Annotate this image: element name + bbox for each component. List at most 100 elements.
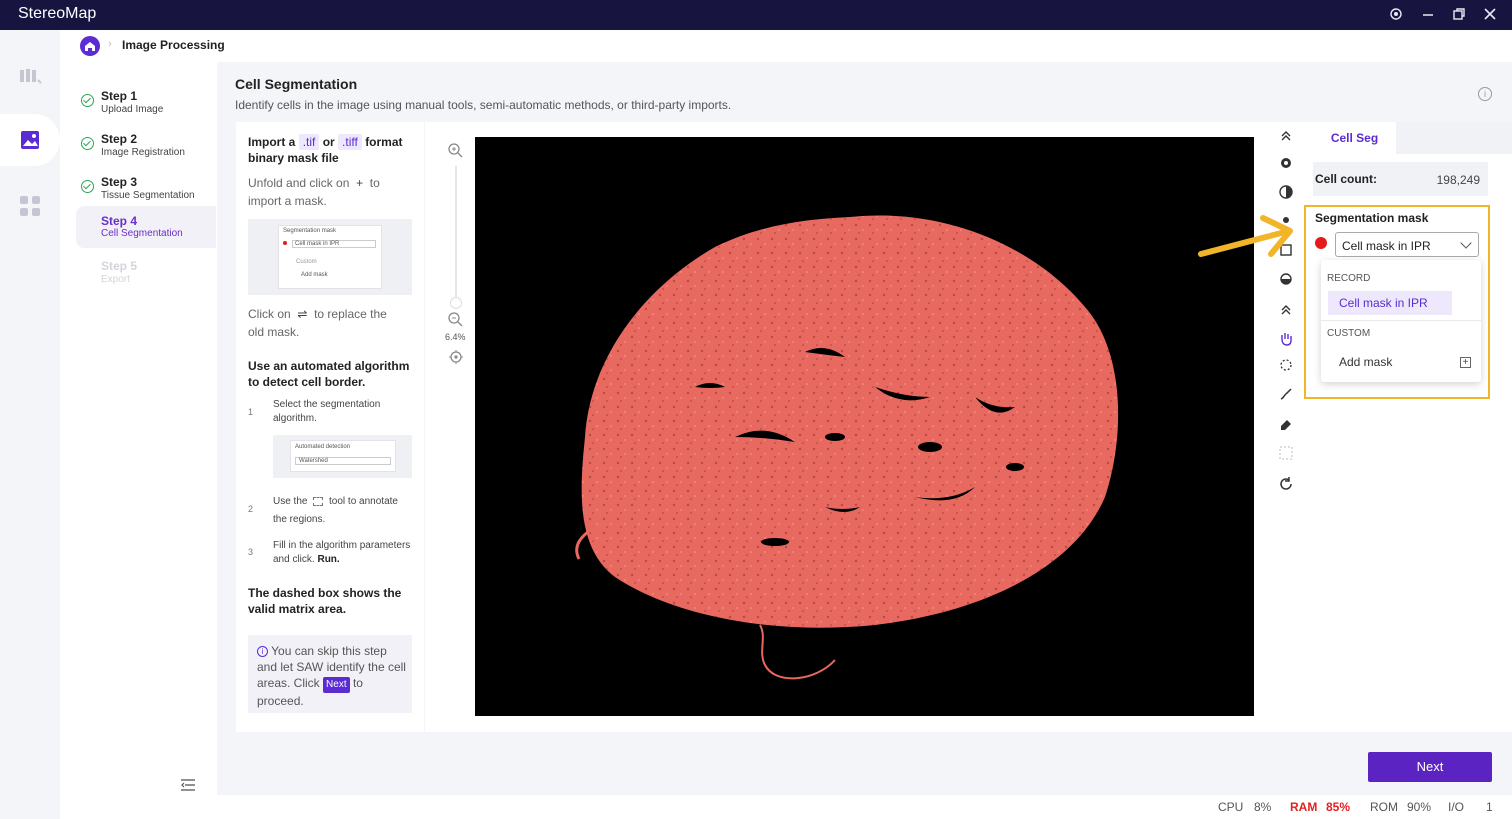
mini-label: Cell mask in IPR	[292, 240, 376, 248]
zoom-in-icon[interactable]	[447, 142, 463, 163]
settings-icon[interactable]	[1388, 6, 1404, 22]
step-title: Step 4	[101, 214, 138, 228]
zoom-slider[interactable]	[455, 166, 457, 301]
cell-count-label: Cell count:	[1315, 172, 1377, 186]
step-title: Step 1	[101, 89, 138, 103]
zoom-level: 6.4%	[445, 332, 466, 342]
mask-option-cell-mask-ipr[interactable]: Cell mask in IPR	[1328, 291, 1452, 315]
io-value: 1	[1486, 800, 1493, 814]
title-bar: StereoMap	[0, 0, 1512, 30]
tab-strip	[1396, 122, 1512, 154]
contrast-icon[interactable]	[1278, 184, 1294, 200]
io-label: I/O	[1448, 800, 1465, 814]
step-title: Step 5	[101, 259, 138, 273]
skip-hint: i You can skip this step and let SAW ide…	[248, 635, 412, 713]
divider	[1321, 320, 1481, 321]
replace-text: Click on ⇌ to replace the old mask.	[248, 307, 387, 339]
add-icon[interactable]: +	[1460, 357, 1471, 368]
step-4[interactable]: Step 4 Cell Segmentation	[76, 206, 216, 248]
step-5: Step 5 Export	[76, 256, 216, 294]
dashed-note: The dashed box shows the valid matrix ar…	[248, 586, 402, 616]
ram-label: RAM	[1290, 800, 1318, 814]
add-mask-option[interactable]: Add mask	[1339, 355, 1392, 369]
app-title: StereoMap	[18, 5, 97, 22]
highlight-arrow	[1198, 215, 1293, 257]
step-subtitle: Tissue Segmentation	[101, 190, 195, 201]
mini-label: Watershed	[295, 457, 391, 465]
breadcrumb-current: Image Processing	[122, 38, 225, 52]
mini-label: Add mask	[301, 272, 328, 278]
step-number: 2	[248, 504, 254, 514]
restore-icon[interactable]	[1451, 6, 1467, 22]
cell-count-value: 198,249	[1436, 173, 1480, 187]
segmentation-mask-section: Segmentation mask Cell mask in IPR RECOR…	[1304, 205, 1490, 399]
mask-color-dot[interactable]	[1315, 237, 1327, 249]
info-icon[interactable]: i	[1478, 87, 1492, 101]
collapse-up-icon[interactable]	[1278, 128, 1294, 144]
seg-mask-title: Segmentation mask	[1315, 211, 1429, 225]
check-circle-icon	[81, 137, 94, 150]
select-region-icon	[1278, 445, 1294, 461]
collapse-up-icon[interactable]	[1278, 302, 1294, 318]
image-processing-icon[interactable]	[14, 124, 46, 156]
left-rail	[0, 30, 60, 819]
selection-tool-icon	[313, 496, 324, 506]
mini-label: Automated detection	[295, 444, 351, 450]
mask-select[interactable]: Cell mask in IPR	[1335, 232, 1479, 257]
zoom-out-icon[interactable]	[447, 311, 463, 332]
refresh-icon[interactable]	[1278, 476, 1294, 492]
tissue-image	[575, 215, 1119, 680]
tab-cell-seg[interactable]: Cell Seg	[1313, 122, 1396, 154]
auto-item-1: Select the segmentation algorithm.	[273, 399, 381, 424]
mini-label: Custom	[296, 259, 317, 265]
guide-panel: Import a .tif or .tiff format binary mas…	[236, 122, 424, 732]
brush-icon[interactable]	[1278, 386, 1294, 402]
mini-label: Segmentation mask	[283, 228, 337, 234]
ram-value: 85%	[1326, 800, 1351, 814]
record-header: RECORD	[1327, 273, 1371, 284]
mask-preview-image: Segmentation mask Cell mask in IPR Custo…	[248, 219, 412, 295]
mask-dropdown: RECORD Cell mask in IPR CUSTOM Add mask …	[1321, 260, 1481, 382]
rom-value: 90%	[1407, 800, 1432, 814]
step-subtitle: Upload Image	[101, 104, 164, 115]
chevron-down-icon	[1460, 237, 1472, 249]
unfold-text: Unfold and click on + to import a mask.	[248, 176, 380, 208]
page-title: Cell Segmentation	[235, 76, 358, 92]
cpu-label: CPU	[1218, 800, 1244, 814]
gear-icon[interactable]	[1278, 155, 1294, 171]
collapse-menu-icon[interactable]	[180, 778, 196, 792]
check-circle-icon	[81, 94, 94, 107]
skip-text: i You can skip this step and let SAW ide…	[257, 644, 406, 708]
step-3[interactable]: Step 3 Tissue Segmentation	[76, 172, 216, 210]
recenter-icon[interactable]	[448, 349, 464, 370]
step-1[interactable]: Step 1 Upload Image	[76, 86, 216, 124]
lasso-icon[interactable]	[1278, 358, 1294, 374]
step-number: 1	[248, 407, 254, 417]
close-icon[interactable]	[1482, 6, 1498, 22]
eraser-icon[interactable]	[1278, 415, 1294, 431]
import-instructions: Import a .tif or .tiff format binary mas…	[248, 134, 403, 165]
mask-select-value: Cell mask in IPR	[1342, 239, 1431, 253]
home-icon[interactable]	[80, 36, 100, 56]
algorithm-preview-image: Automated detection Watershed	[273, 435, 412, 478]
map-icon[interactable]	[14, 60, 46, 92]
next-button[interactable]: Next	[1368, 752, 1492, 782]
step-subtitle: Image Registration	[101, 147, 185, 158]
zoom-slider-handle[interactable]	[450, 297, 462, 309]
image-canvas[interactable]	[475, 137, 1254, 716]
droplet-icon[interactable]	[1278, 270, 1294, 286]
auto-item-2: Use the tool to annotate the regions.	[273, 496, 398, 525]
step-title: Step 2	[101, 132, 138, 146]
rom-label: ROM	[1370, 800, 1398, 814]
custom-header: CUSTOM	[1327, 328, 1371, 339]
page-subtitle: Identify cells in the image using manual…	[235, 98, 732, 112]
steps-sidebar: Step 1 Upload Image Step 2 Image Registr…	[60, 62, 217, 795]
step-2[interactable]: Step 2 Image Registration	[76, 129, 216, 167]
auto-item-3: Fill in the algorithm parameters and cli…	[273, 540, 411, 565]
minimize-icon[interactable]	[1420, 6, 1436, 22]
auto-heading: Use an automated algorithm to detect cel…	[248, 359, 410, 389]
apps-icon[interactable]	[14, 190, 46, 222]
chevron-right-icon: ›	[108, 38, 112, 50]
hand-pan-icon[interactable]	[1278, 330, 1294, 346]
cpu-value: 8%	[1254, 800, 1272, 814]
